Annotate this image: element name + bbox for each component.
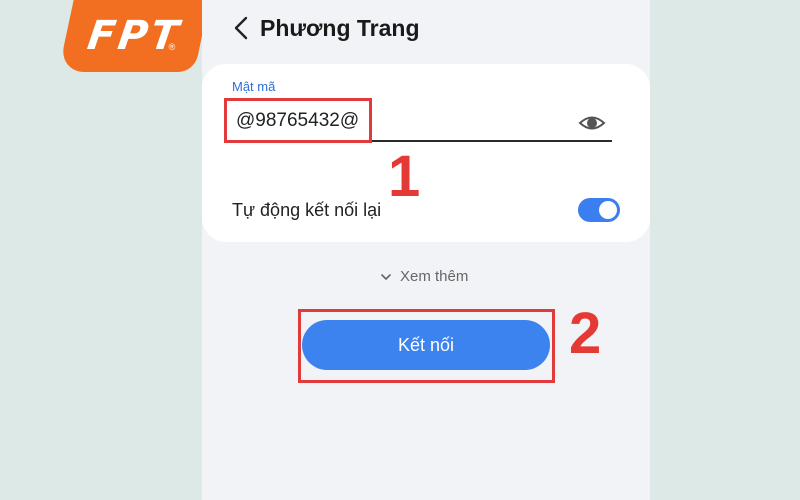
auto-reconnect-toggle[interactable]	[578, 198, 620, 222]
annotation-step-2: 2	[569, 301, 602, 366]
auto-reconnect-label: Tự động kết nối lại	[232, 200, 382, 220]
wifi-settings-screen: Phương Trang Mật mã @98765432@ Tự động k…	[202, 0, 650, 500]
chevron-left-icon[interactable]	[230, 14, 254, 42]
fpt-logo: FPT ®	[58, 0, 210, 72]
chevron-down-icon	[381, 273, 391, 280]
page-title: Phương Trang	[260, 15, 420, 41]
logo-registered-mark: ®	[169, 42, 176, 52]
see-more-link[interactable]: Xem thêm	[380, 268, 468, 285]
see-more-label: Xem thêm	[400, 268, 469, 285]
annotation-step-1: 1	[388, 144, 421, 209]
header: Phương Trang	[202, 0, 650, 58]
settings-card: Mật mã @98765432@ Tự động kết nối lại	[202, 64, 650, 242]
password-label: Mật mã	[232, 79, 276, 94]
annotation-box-connect	[298, 309, 555, 383]
annotation-box-password	[224, 98, 372, 143]
eye-icon[interactable]	[578, 112, 606, 134]
logo-text: FPT	[84, 13, 184, 59]
toggle-knob	[599, 201, 617, 219]
